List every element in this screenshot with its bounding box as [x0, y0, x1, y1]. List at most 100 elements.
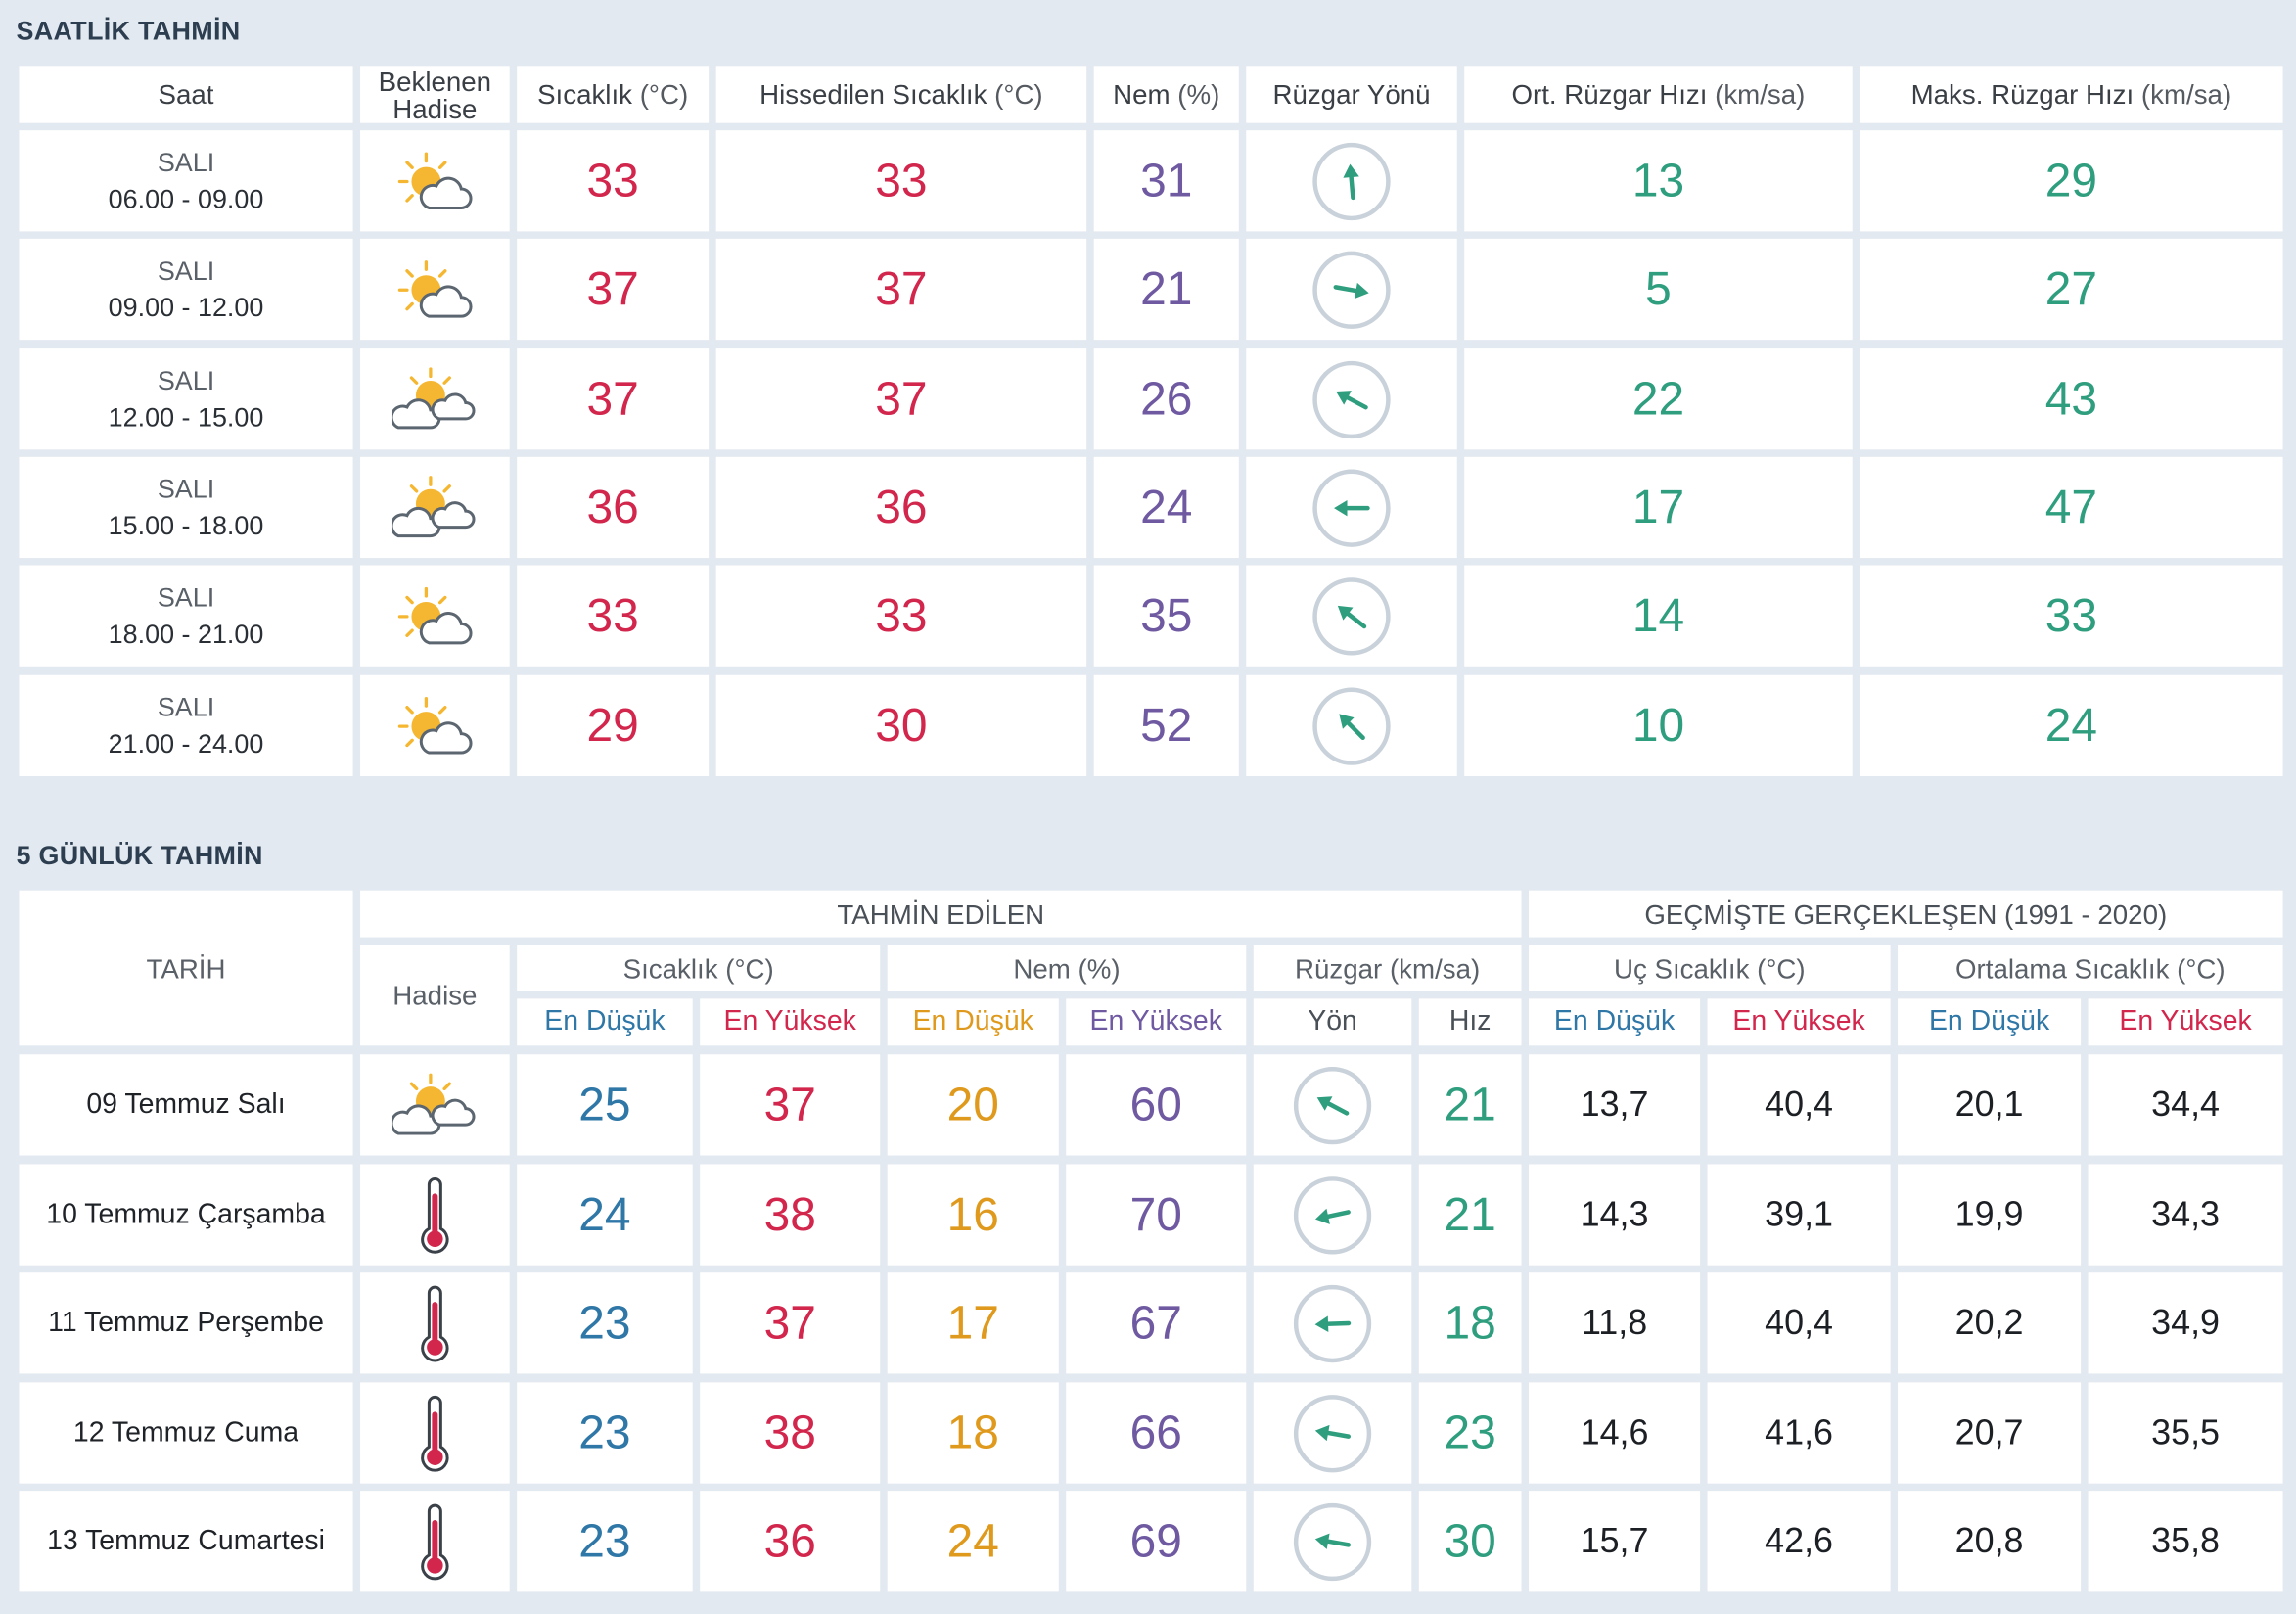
header-average-min-label: En Düşük	[1928, 1005, 2050, 1038]
max-wind-value: 47	[1860, 456, 2283, 559]
wind-direction-icon	[1293, 1066, 1372, 1144]
partly-cloudy-icon	[391, 1072, 476, 1134]
wind-direction-cell	[1246, 565, 1457, 667]
header-humidity-max: En Yüksek	[1066, 998, 1247, 1046]
header-feels-unit: (°C)	[994, 78, 1043, 111]
header-wind-dir: Yön	[1253, 998, 1412, 1046]
weather-icon-cell	[360, 674, 510, 776]
header-daily-wind: Rüzgar (km/sa)	[1253, 945, 1522, 991]
wind-direction-icon	[1312, 250, 1391, 329]
average-max-value: 35,8	[2088, 1491, 2283, 1592]
wind-direction-icon	[1293, 1502, 1372, 1581]
header-daily-humidity-label: Nem (%)	[1013, 952, 1121, 984]
average-max-value: 34,3	[2088, 1164, 2283, 1266]
header-daily-temperature: Sıcaklık (°C)	[517, 945, 881, 991]
extreme-min-value: 11,8	[1529, 1272, 1701, 1374]
header-avg-wind-label: Ort. Rüzgar Hızı	[1511, 78, 1708, 111]
extreme-max-value: 40,4	[1707, 1272, 1891, 1374]
temperature-value: 36	[517, 456, 710, 559]
time-cell: SALI 21.00 - 24.00	[19, 674, 353, 776]
header-temp-label: Sıcaklık	[537, 78, 633, 111]
weather-icon-cell	[360, 1382, 510, 1484]
header-humidity-min: En Düşük	[887, 998, 1059, 1046]
weather-icon-cell	[360, 348, 510, 450]
header-forecast-group: TAHMİN EDİLEN	[360, 890, 1522, 938]
humidity-value: 21	[1093, 238, 1239, 341]
partly-cloudy-icon	[397, 696, 473, 754]
thermometer-icon	[421, 1176, 449, 1253]
header-average-min: En Düşük	[1898, 998, 2082, 1046]
feels-like-value: 37	[715, 348, 1087, 450]
temp-max-value: 37	[700, 1054, 881, 1156]
wind-direction-icon	[1312, 468, 1391, 547]
header-wind-speed-label: Hız	[1448, 1005, 1492, 1038]
feels-like-value: 36	[715, 456, 1087, 559]
partly-cloudy-icon	[397, 259, 473, 317]
hourly-forecast-title: SAATLİK TAHMİN	[16, 16, 241, 46]
header-average-max: En Yüksek	[2088, 998, 2283, 1046]
humidity-value: 31	[1093, 130, 1239, 232]
wind-speed-value: 21	[1418, 1164, 1522, 1266]
day-label: SALI	[157, 691, 215, 721]
humidity-value: 52	[1093, 674, 1239, 776]
day-label: SALI	[157, 147, 215, 177]
header-max-wind-unit: (km/sa)	[2140, 78, 2232, 111]
wind-direction-icon	[1312, 576, 1391, 655]
weather-forecast-page: SAATLİK TAHMİN Saat Beklenen Hadise Sıca…	[0, 0, 2296, 1614]
temperature-value: 33	[517, 130, 710, 232]
header-wind-direction: Rüzgar Yönü	[1246, 66, 1457, 123]
extreme-max-value: 40,4	[1707, 1054, 1891, 1156]
header-extreme-max: En Yüksek	[1707, 998, 1891, 1046]
date-cell: 12 Temmuz Cuma	[19, 1382, 353, 1484]
average-min-value: 20,8	[1898, 1491, 2082, 1592]
header-humidity-label: Nem	[1113, 78, 1171, 111]
header-date: TARİH	[19, 890, 353, 1046]
time-cell: SALI 09.00 - 12.00	[19, 238, 353, 341]
header-wind-speed: Hız	[1418, 998, 1522, 1046]
wind-direction-cell	[1253, 1491, 1412, 1592]
wind-direction-icon	[1312, 686, 1391, 765]
header-daily-humidity: Nem (%)	[887, 945, 1247, 991]
date-cell: 10 Temmuz Çarşamba	[19, 1164, 353, 1266]
wind-speed-value: 18	[1418, 1272, 1522, 1374]
average-max-value: 34,4	[2088, 1054, 2283, 1156]
avg-wind-value: 22	[1464, 348, 1853, 450]
avg-wind-value: 17	[1464, 456, 1853, 559]
feels-like-value: 33	[715, 565, 1087, 667]
partly-cloudy-icon	[397, 586, 473, 644]
average-min-value: 20,2	[1898, 1272, 2082, 1374]
header-time-label: Saat	[158, 78, 214, 111]
wind-direction-cell	[1253, 1054, 1412, 1156]
temperature-value: 37	[517, 238, 710, 341]
humidity-min-value: 18	[887, 1382, 1059, 1484]
wind-direction-icon	[1312, 360, 1391, 438]
humidity-max-value: 69	[1066, 1491, 1247, 1592]
header-wind-dir-label: Rüzgar Yönü	[1272, 78, 1431, 111]
weather-icon-cell	[360, 456, 510, 559]
partly-cloudy-icon	[391, 366, 476, 429]
max-wind-value: 33	[1860, 565, 2283, 667]
feels-like-value: 37	[715, 238, 1087, 341]
wind-direction-cell	[1246, 348, 1457, 450]
extreme-max-value: 41,6	[1707, 1382, 1891, 1484]
max-wind-value: 29	[1860, 130, 2283, 232]
header-humidity-min-label: En Düşük	[912, 1005, 1033, 1038]
humidity-max-value: 66	[1066, 1382, 1247, 1484]
day-label: SALI	[157, 581, 215, 612]
humidity-min-value: 17	[887, 1272, 1059, 1374]
temperature-value: 33	[517, 565, 710, 667]
day-label: SALI	[157, 474, 215, 503]
humidity-min-value: 16	[887, 1164, 1059, 1266]
temp-max-value: 38	[700, 1382, 881, 1484]
temp-max-value: 37	[700, 1272, 881, 1374]
humidity-max-value: 67	[1066, 1272, 1247, 1374]
header-extreme-temp-label: Uç Sıcaklık (°C)	[1613, 952, 1806, 984]
header-daily-temp-label: Sıcaklık (°C)	[622, 952, 774, 984]
header-extreme-min-label: En Düşük	[1553, 1005, 1676, 1038]
time-range: 18.00 - 21.00	[108, 619, 264, 649]
header-humidity: Nem (%)	[1093, 66, 1239, 123]
date-cell: 11 Temmuz Perşembe	[19, 1272, 353, 1374]
wind-direction-icon	[1293, 1394, 1372, 1472]
time-cell: SALI 12.00 - 15.00	[19, 348, 353, 450]
header-past-label: GEÇMİŞTE GERÇEKLEŞEN (1991 - 2020)	[1644, 898, 2168, 930]
